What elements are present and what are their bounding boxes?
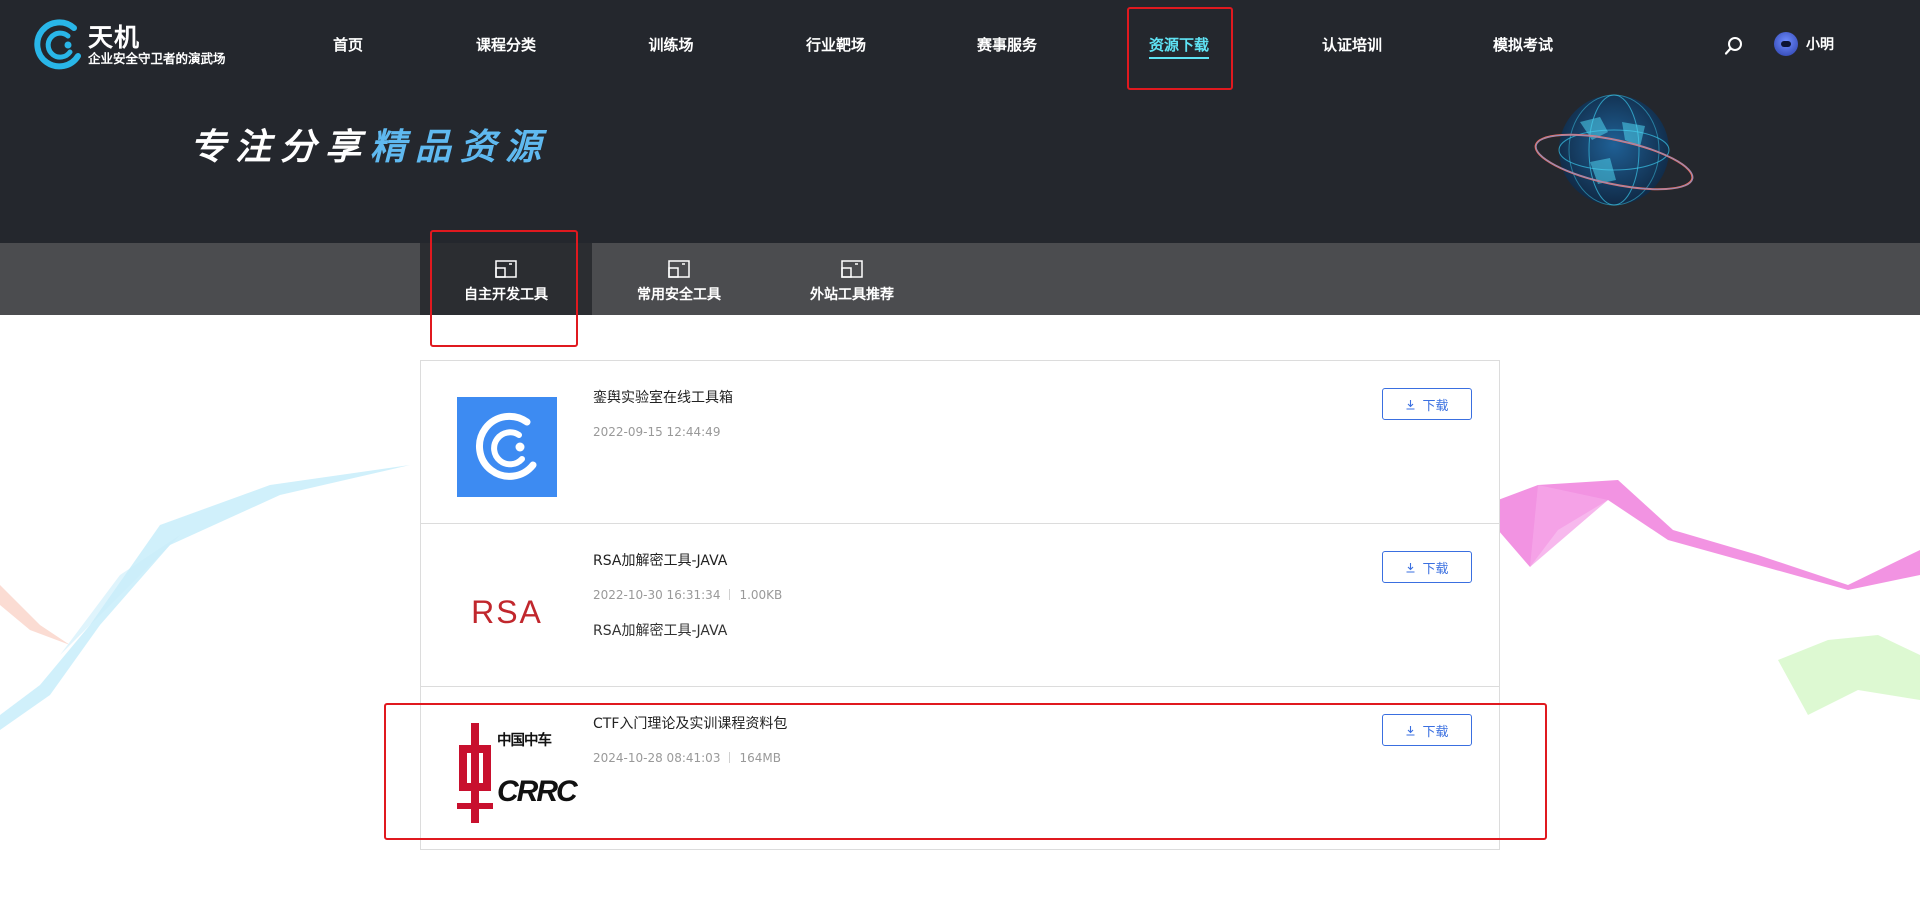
- right-ribbon-decoration: [1498, 480, 1920, 715]
- globe-illustration: [1534, 94, 1694, 206]
- resource-tab-bar: 自主开发工具 常用安全工具 外站工具推荐: [0, 243, 1920, 315]
- tool-folder-icon: [495, 260, 517, 278]
- resource-date: 2022-09-15 12:44:49: [593, 425, 721, 439]
- hero-title-accent: 精品资源: [370, 127, 551, 168]
- tianji-logo-icon: [34, 19, 81, 70]
- avatar: [1774, 32, 1798, 56]
- resource-size: 1.00KB: [739, 588, 783, 602]
- tool-folder-icon: [841, 260, 863, 278]
- resource-item: 中国中车 CRRC CTF入门理论及实训课程资料包 2024-10-28 08:…: [421, 687, 1499, 850]
- meta-separator: [729, 752, 731, 763]
- tab-label: 自主开发工具: [464, 287, 548, 303]
- resource-list: 銮舆实验室在线工具箱 2022-09-15 12:44:49 下载 RSA RS…: [420, 360, 1500, 850]
- resource-size: 164MB: [739, 751, 781, 765]
- nav-course-categories[interactable]: 课程分类: [476, 34, 536, 55]
- tab-self-developed-tools[interactable]: 自主开发工具: [420, 243, 592, 315]
- resource-date: 2022-10-30 16:31:34: [593, 588, 721, 602]
- nav-mock-exam[interactable]: 模拟考试: [1493, 34, 1553, 55]
- tool-folder-icon: [668, 260, 690, 278]
- user-name: 小明: [1806, 37, 1834, 53]
- site-logo[interactable]: 天机 企业安全守卫者的演武场: [34, 18, 226, 72]
- logo-name: 天机: [88, 22, 141, 52]
- nav-training-ground[interactable]: 训练场: [648, 34, 693, 55]
- nav-industry-range[interactable]: 行业靶场: [806, 34, 866, 55]
- download-button[interactable]: 下载: [1382, 714, 1472, 746]
- nav-resource-download[interactable]: 资源下载: [1148, 34, 1210, 59]
- resource-title[interactable]: RSA加解密工具-JAVA: [593, 550, 782, 570]
- download-label: 下载: [1422, 398, 1449, 414]
- tab-label: 外站工具推荐: [810, 287, 894, 303]
- search-icon[interactable]: [1724, 36, 1744, 56]
- download-icon: [1406, 725, 1415, 736]
- download-button[interactable]: 下载: [1382, 551, 1472, 583]
- crrc-logo-en: CRRC: [497, 775, 578, 808]
- resource-thumbnail: RSA: [457, 560, 557, 660]
- nav-home[interactable]: 首页: [333, 34, 363, 55]
- crrc-logo-mark: [457, 723, 493, 823]
- logo-slogan: 企业安全守卫者的演武场: [88, 50, 226, 66]
- user-menu[interactable]: 小明: [1774, 32, 1834, 56]
- tab-common-security-tools[interactable]: 常用安全工具: [593, 243, 765, 315]
- download-label: 下载: [1422, 724, 1449, 740]
- resource-thumbnail: [457, 397, 557, 497]
- nav-competition-services[interactable]: 赛事服务: [977, 34, 1037, 55]
- header: 天机 企业安全守卫者的演武场 首页 课程分类 训练场 行业靶场 赛事服务 资源下…: [0, 0, 1920, 243]
- hero-title-white: 专注分享: [190, 127, 371, 168]
- resource-title[interactable]: CTF入门理论及实训课程资料包: [593, 713, 787, 733]
- download-button[interactable]: 下载: [1382, 388, 1472, 420]
- crrc-logo-cn: 中国中车: [497, 733, 552, 749]
- resource-meta: 2022-10-30 16:31:34 1.00KB: [593, 588, 782, 602]
- download-icon: [1406, 399, 1415, 410]
- tianji-logo-icon: [476, 412, 537, 480]
- left-ribbon-decoration: [0, 465, 410, 730]
- resource-thumbnail: 中国中车 CRRC: [457, 723, 578, 823]
- download-icon: [1406, 562, 1415, 573]
- resource-item: 銮舆实验室在线工具箱 2022-09-15 12:44:49 下载: [421, 361, 1499, 524]
- resource-title[interactable]: 銮舆实验室在线工具箱: [593, 387, 733, 407]
- resource-description: RSA加解密工具-JAVA: [593, 623, 728, 639]
- resource-item: RSA RSA加解密工具-JAVA 2022-10-30 16:31:34 1.0…: [421, 524, 1499, 687]
- hero-title: 专注分享精品资源: [190, 118, 550, 170]
- resource-date: 2024-10-28 08:41:03: [593, 751, 721, 765]
- meta-separator: [729, 589, 731, 600]
- resource-meta: 2024-10-28 08:41:03 164MB: [593, 751, 787, 765]
- tab-external-tool-recommendations[interactable]: 外站工具推荐: [766, 243, 938, 315]
- resource-meta: 2022-09-15 12:44:49: [593, 425, 733, 439]
- tab-label: 常用安全工具: [637, 287, 721, 303]
- rsa-logo: RSA: [471, 594, 543, 630]
- nav-certification-training[interactable]: 认证培训: [1322, 34, 1382, 55]
- download-label: 下载: [1422, 561, 1449, 577]
